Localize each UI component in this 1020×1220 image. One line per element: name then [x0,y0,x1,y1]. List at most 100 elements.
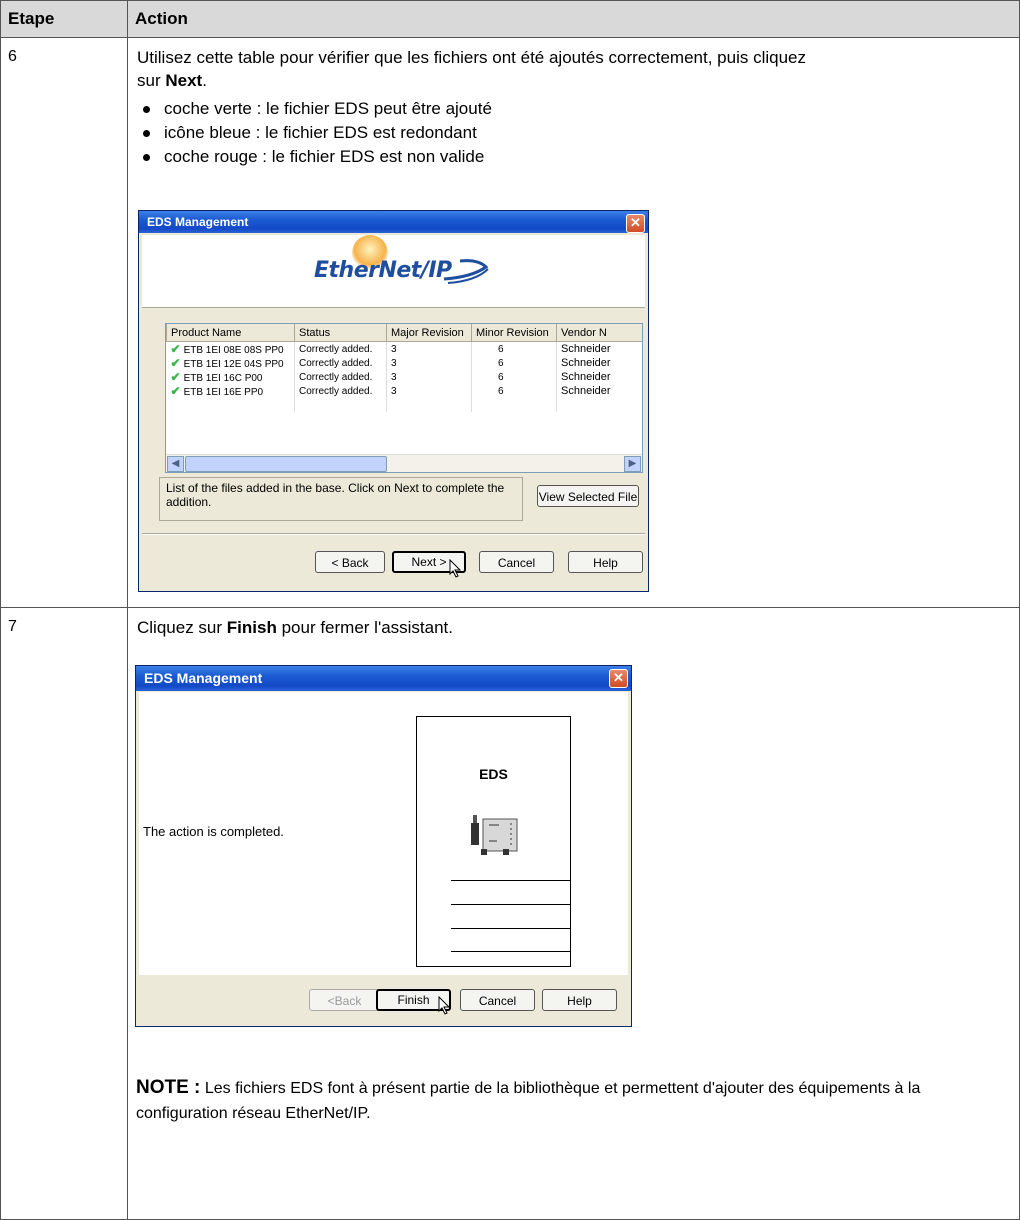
status-cell: Correctly added. [294,370,387,384]
dialog-title: EDS Management [144,670,263,686]
divider [451,928,570,929]
green-check-icon: ✔ [170,384,181,398]
vendor-cell: Schneider [556,384,642,398]
column-header[interactable]: Minor Revision [471,324,557,342]
cell [294,398,387,412]
dialog-titlebar[interactable]: EDS Management ✕ [139,211,648,233]
status-cell: Correctly added. [294,341,387,356]
minor-revision-cell: 6 [471,370,557,384]
dialog-titlebar[interactable]: EDS Management ✕ [136,666,631,691]
divider [451,951,570,952]
cell: ✔ ETB 1EI 12E 04S PP0 [166,356,295,370]
mouse-cursor-icon [449,559,462,578]
view-selected-file-button[interactable]: View Selected File [537,485,639,507]
table-header-row: Etape Action [0,0,1020,38]
cell [386,398,472,412]
product-name: ETB 1EI 12E 04S PP0 [183,359,284,370]
horizontal-scrollbar[interactable]: ◀ ▶ [166,454,642,472]
product-name: ETB 1EI 16C P00 [183,373,263,384]
step7-intro: Cliquez sur Finish pour fermer l'assista… [137,616,827,639]
divider [142,533,645,535]
help-button[interactable]: Help [568,551,643,573]
note-label: NOTE : [136,1077,201,1098]
list-header-row: Product Name Status Major Revision Minor… [166,324,642,342]
product-name: ETB 1EI 08E 08S PP0 [183,345,284,356]
divider [451,880,570,881]
cancel-button[interactable]: Cancel [479,551,554,573]
major-revision-cell: 3 [386,384,472,398]
close-icon[interactable]: ✕ [609,669,628,688]
swoosh-icon [443,259,489,284]
product-name: ETB 1EI 16E PP0 [183,387,264,398]
ethernet-ip-logo: EtherNet/IP [314,258,452,283]
green-check-icon: ✔ [170,370,181,384]
cell [166,398,295,412]
status-legend-list: coche verte : le fichier EDS peut être a… [137,97,492,169]
minor-revision-cell: 6 [471,341,557,356]
green-check-icon: ✔ [170,342,181,356]
cell: ✔ ETB 1EI 16E PP0 [166,384,295,398]
column-header[interactable]: Product Name [166,324,295,342]
scroll-left-icon[interactable]: ◀ [167,456,184,472]
wizard-content: The action is completed. EDS [139,692,628,975]
cancel-button[interactable]: Cancel [460,989,535,1011]
step7-intro-text: Cliquez sur [137,618,223,637]
eds-management-dialog-list: EDS Management ✕ EtherNet/IP Product Nam… [138,210,649,592]
back-button[interactable]: <Back [309,989,380,1011]
cell [471,398,557,412]
step-number: 7 [0,607,128,1220]
eds-document-illustration: EDS [416,716,571,967]
step6-intro-bold: Next [165,71,203,90]
status-cell: Correctly added. [294,384,387,398]
step7-intro-bold: Finish [226,618,277,637]
column-header[interactable]: Major Revision [386,324,472,342]
major-revision-cell: 3 [386,356,472,370]
step6-intro: Utilisez cette table pour vérifier que l… [137,46,827,92]
step6-intro-text: Utilisez cette table pour vérifier que l… [137,48,806,90]
help-button[interactable]: Help [542,989,617,1011]
step-number: 6 [0,37,128,608]
close-icon[interactable]: ✕ [626,214,645,233]
vendor-cell: Schneider [556,370,642,384]
major-revision-cell: 3 [386,370,472,384]
vendor-cell: Schneider [556,341,642,356]
procedure-table: Etape Action 6 Utilisez cette table pour… [0,0,1020,1220]
divider [451,904,570,905]
note-paragraph: NOTE : Les fichiers EDS font à présent p… [136,1075,1006,1126]
vendor-cell: Schneider [556,356,642,370]
status-cell: Correctly added. [294,356,387,370]
column-header[interactable]: Vendor N [556,324,642,342]
cell: ✔ ETB 1EI 16C P00 [166,370,295,384]
minor-revision-cell: 6 [471,384,557,398]
header-action: Action [127,0,1020,38]
info-text-box: List of the files added in the base. Cli… [159,477,523,521]
cell [556,398,642,412]
minor-revision-cell: 6 [471,356,557,370]
eds-card-title: EDS [479,766,508,782]
green-check-icon: ✔ [170,356,181,370]
scroll-right-icon[interactable]: ▶ [624,456,641,472]
dialog-title: EDS Management [147,215,249,229]
note-text: Les fichiers EDS font à présent partie d… [136,1080,921,1122]
device-module-icon [471,815,518,855]
ethernet-ip-banner: EtherNet/IP [142,235,645,308]
table-row[interactable]: ✔ ETB 1EI 16E PP0 Correctly added. 3 6 Sc… [166,384,642,398]
mouse-cursor-icon [438,996,451,1015]
table-row[interactable]: ✔ ETB 1EI 16C P00 Correctly added. 3 6 Sc… [166,370,642,384]
table-row[interactable]: ✔ ETB 1EI 08E 08S PP0 Correctly added. 3 … [166,341,642,356]
eds-management-dialog-finish: EDS Management ✕ The action is completed… [135,665,632,1027]
back-button[interactable]: < Back [315,551,385,573]
list-item: icône bleue : le fichier EDS est redonda… [137,121,492,145]
cell: ✔ ETB 1EI 08E 08S PP0 [166,341,295,356]
scrollbar-thumb[interactable] [185,456,387,472]
completed-message: The action is completed. [143,824,284,839]
table-row[interactable]: ✔ ETB 1EI 12E 04S PP0 Correctly added. 3 … [166,356,642,370]
step6-intro-end: . [202,71,207,90]
list-item: coche verte : le fichier EDS peut être a… [137,97,492,121]
list-item: coche rouge : le fichier EDS est non val… [137,145,492,169]
eds-file-list[interactable]: Product Name Status Major Revision Minor… [165,323,643,473]
table-row [166,398,642,412]
major-revision-cell: 3 [386,341,472,356]
step7-intro-end: pour fermer l'assistant. [281,618,453,637]
column-header[interactable]: Status [294,324,387,342]
